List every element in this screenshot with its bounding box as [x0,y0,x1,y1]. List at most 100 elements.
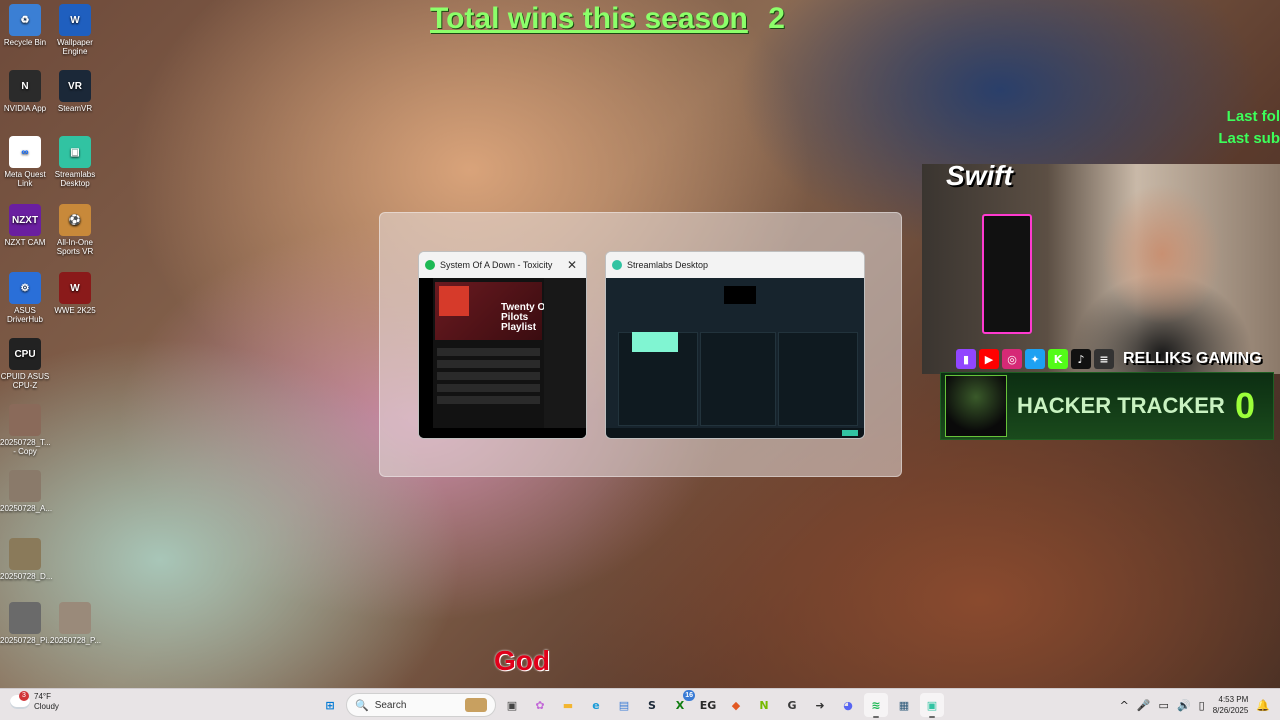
selected-scene [632,332,678,352]
network-icon[interactable]: ▭ [1159,699,1169,712]
taskbar-store[interactable]: ▤ [612,693,636,717]
social-links-bar: ▮ ▶ ◎ ✦ K ♪ ≡ RELLIKS GAMING [956,348,1280,370]
desktop-icon[interactable]: N NVIDIA App [0,70,50,113]
window-titlebar: System Of A Down - Toxicity ✕ [419,252,586,278]
webcam-feed [922,164,1280,374]
desktop-icon[interactable]: NZXT NZXT CAM [0,204,50,247]
spotify-icon: ≋ [871,698,881,712]
system-tray: ^ 🎤 ▭ 🔊 ▯ 4:53 PM 8/26/2025 🔔 [1120,693,1270,717]
desktop-icon[interactable]: W Wallpaper Engine [50,4,100,56]
hacker-tracker-count: 0 [1234,385,1255,426]
taskbar-xbox[interactable]: X 16 [668,690,695,717]
taskbar-epic[interactable]: EG [696,693,720,717]
weather-widget[interactable]: 3 74°F Cloudy [10,691,59,712]
taskbar-brave[interactable]: ◆ [724,693,748,717]
spotify-icon [425,260,435,270]
desktop-icon-label: 20250728_Pi... [0,636,54,645]
twitch-icon: ▮ [956,349,976,369]
hacker-tracker-panel: HACKER TRACKER 0 [940,372,1274,440]
desktop-icon-label: 20250728_D... [0,572,53,581]
desktop-icon[interactable]: 20250728_A... [0,470,53,513]
desktop-icon[interactable]: ♻ Recycle Bin [0,4,50,47]
instagram-icon: ◎ [1002,349,1022,369]
discord-icon: ◕ [843,698,853,712]
taskbar-copilot[interactable]: ✿ [528,693,552,717]
desktop-icon-label: Wallpaper Engine [57,38,93,56]
nvidia-icon: N [759,698,769,712]
window-thumbnail-streamlabs[interactable]: Streamlabs Desktop [605,251,865,439]
channel-name: RELLIKS GAMING [1123,350,1262,367]
desktop-icon-label: CPUID ASUS CPU-Z [0,372,50,390]
taskbar-search-box[interactable]: 🔍 Search [346,693,496,717]
window-thumbnail-spotify[interactable]: System Of A Down - Toxicity ✕ Twenty One… [418,251,587,439]
linktree-icon: ≡ [1094,349,1114,369]
clock-date: 8/26/2025 [1212,706,1249,715]
window-titlebar: Streamlabs Desktop [606,252,864,278]
battery-icon[interactable]: ▯ [1199,699,1205,712]
track-list [437,348,540,408]
sports-vr-icon: ⚽ [59,204,91,236]
xbox-icon: X [675,698,685,712]
image-file-icon [9,602,41,634]
clock-time: 4:53 PM [1218,695,1249,704]
desktop-icon-label: 20250728_A... [0,504,53,513]
notification-bell-icon[interactable]: 🔔 [1256,699,1270,712]
taskbar-streamlabs[interactable]: ▣ [920,693,944,718]
taskbar-spotify[interactable]: ≋ [864,693,888,718]
close-icon[interactable]: ✕ [564,258,580,272]
desktop-icon[interactable]: 20250728_Pi... [0,602,54,645]
app-arrow-icon: ➜ [815,698,825,712]
image-file-icon [59,602,91,634]
taskbar-app-2[interactable]: ▦ [892,693,916,717]
desktop-icon[interactable]: CPU CPUID ASUS CPU-Z [0,338,50,390]
game-app-icon: G [787,698,797,712]
youtube-icon: ▶ [979,349,999,369]
microphone-icon[interactable]: 🎤 [1137,699,1151,712]
hacker-tracker-label: HACKER TRACKER [1017,393,1225,418]
season-wins-counter: Total wins this season 2 [430,2,785,36]
taskbar-gameapp[interactable]: G [780,693,804,717]
clock[interactable]: 4:53 PM 8/26/2025 [1213,694,1249,716]
taskbar-edge[interactable]: e [584,693,608,717]
desktop-icon[interactable]: ∞ Meta Quest Link [0,136,50,188]
wwe-2k25-icon: W [59,272,91,304]
desktop-icon-label: Meta Quest Link [4,170,46,188]
start-button[interactable]: ⊞ [318,693,342,717]
taskbar-app-arrow[interactable]: ➜ [808,693,832,717]
desktop-icon[interactable]: 20250728_P... [50,602,101,645]
taskbar-file-explorer[interactable]: ▬ [556,693,580,717]
running-indicator [929,716,935,718]
last-follower-label: Last fol [1226,108,1280,125]
desktop-icon[interactable]: 20250728_D... [0,538,53,581]
chevron-up-icon[interactable]: ^ [1120,699,1129,712]
desktop-icon[interactable]: 20250728_T... - Copy [0,404,51,456]
kick-icon: K [1048,349,1068,369]
taskbar-steam[interactable]: S [640,693,664,717]
stream-preview [724,286,756,304]
sources-panel [700,332,776,426]
season-wins-count: 2 [768,2,785,35]
desktop-icon[interactable]: ▣ Streamlabs Desktop [50,136,100,188]
taskbar: 3 74°F Cloudy ⊞ 🔍 Search ▣ ✿ ▬ e ▤ S X 16 EG ◆ N G ➜ ◕ ≋ ▦… [0,688,1280,720]
go-live-button [842,430,858,436]
now-playing-panel [544,278,586,438]
running-indicator [873,716,879,718]
desktop-icon[interactable]: ⚙ ASUS DriverHub [0,272,50,324]
taskbar-discord[interactable]: ◕ [836,693,860,717]
taskbar-nvidia[interactable]: N [752,693,776,717]
status-bar [606,428,864,438]
streamlabs-icon: ▣ [59,136,91,168]
cpu-z-icon: CPU [9,338,41,370]
desktop-icon-label: NZXT CAM [4,238,46,247]
taskbar-task-view[interactable]: ▣ [500,693,524,717]
volume-icon[interactable]: 🔊 [1177,699,1191,712]
streamlabs-preview [606,278,864,438]
desktop-icon[interactable]: VR SteamVR [50,70,100,113]
cloud-icon: 3 [10,691,30,709]
hacker-avatar [945,375,1007,437]
copilot-icon: ✿ [535,698,545,712]
twitter-icon: ✦ [1025,349,1045,369]
desktop-icon[interactable]: ⚽ All-In-One Sports VR [50,204,100,256]
desktop-icon[interactable]: W WWE 2K25 [50,272,100,315]
streamlabs-icon [612,260,622,270]
